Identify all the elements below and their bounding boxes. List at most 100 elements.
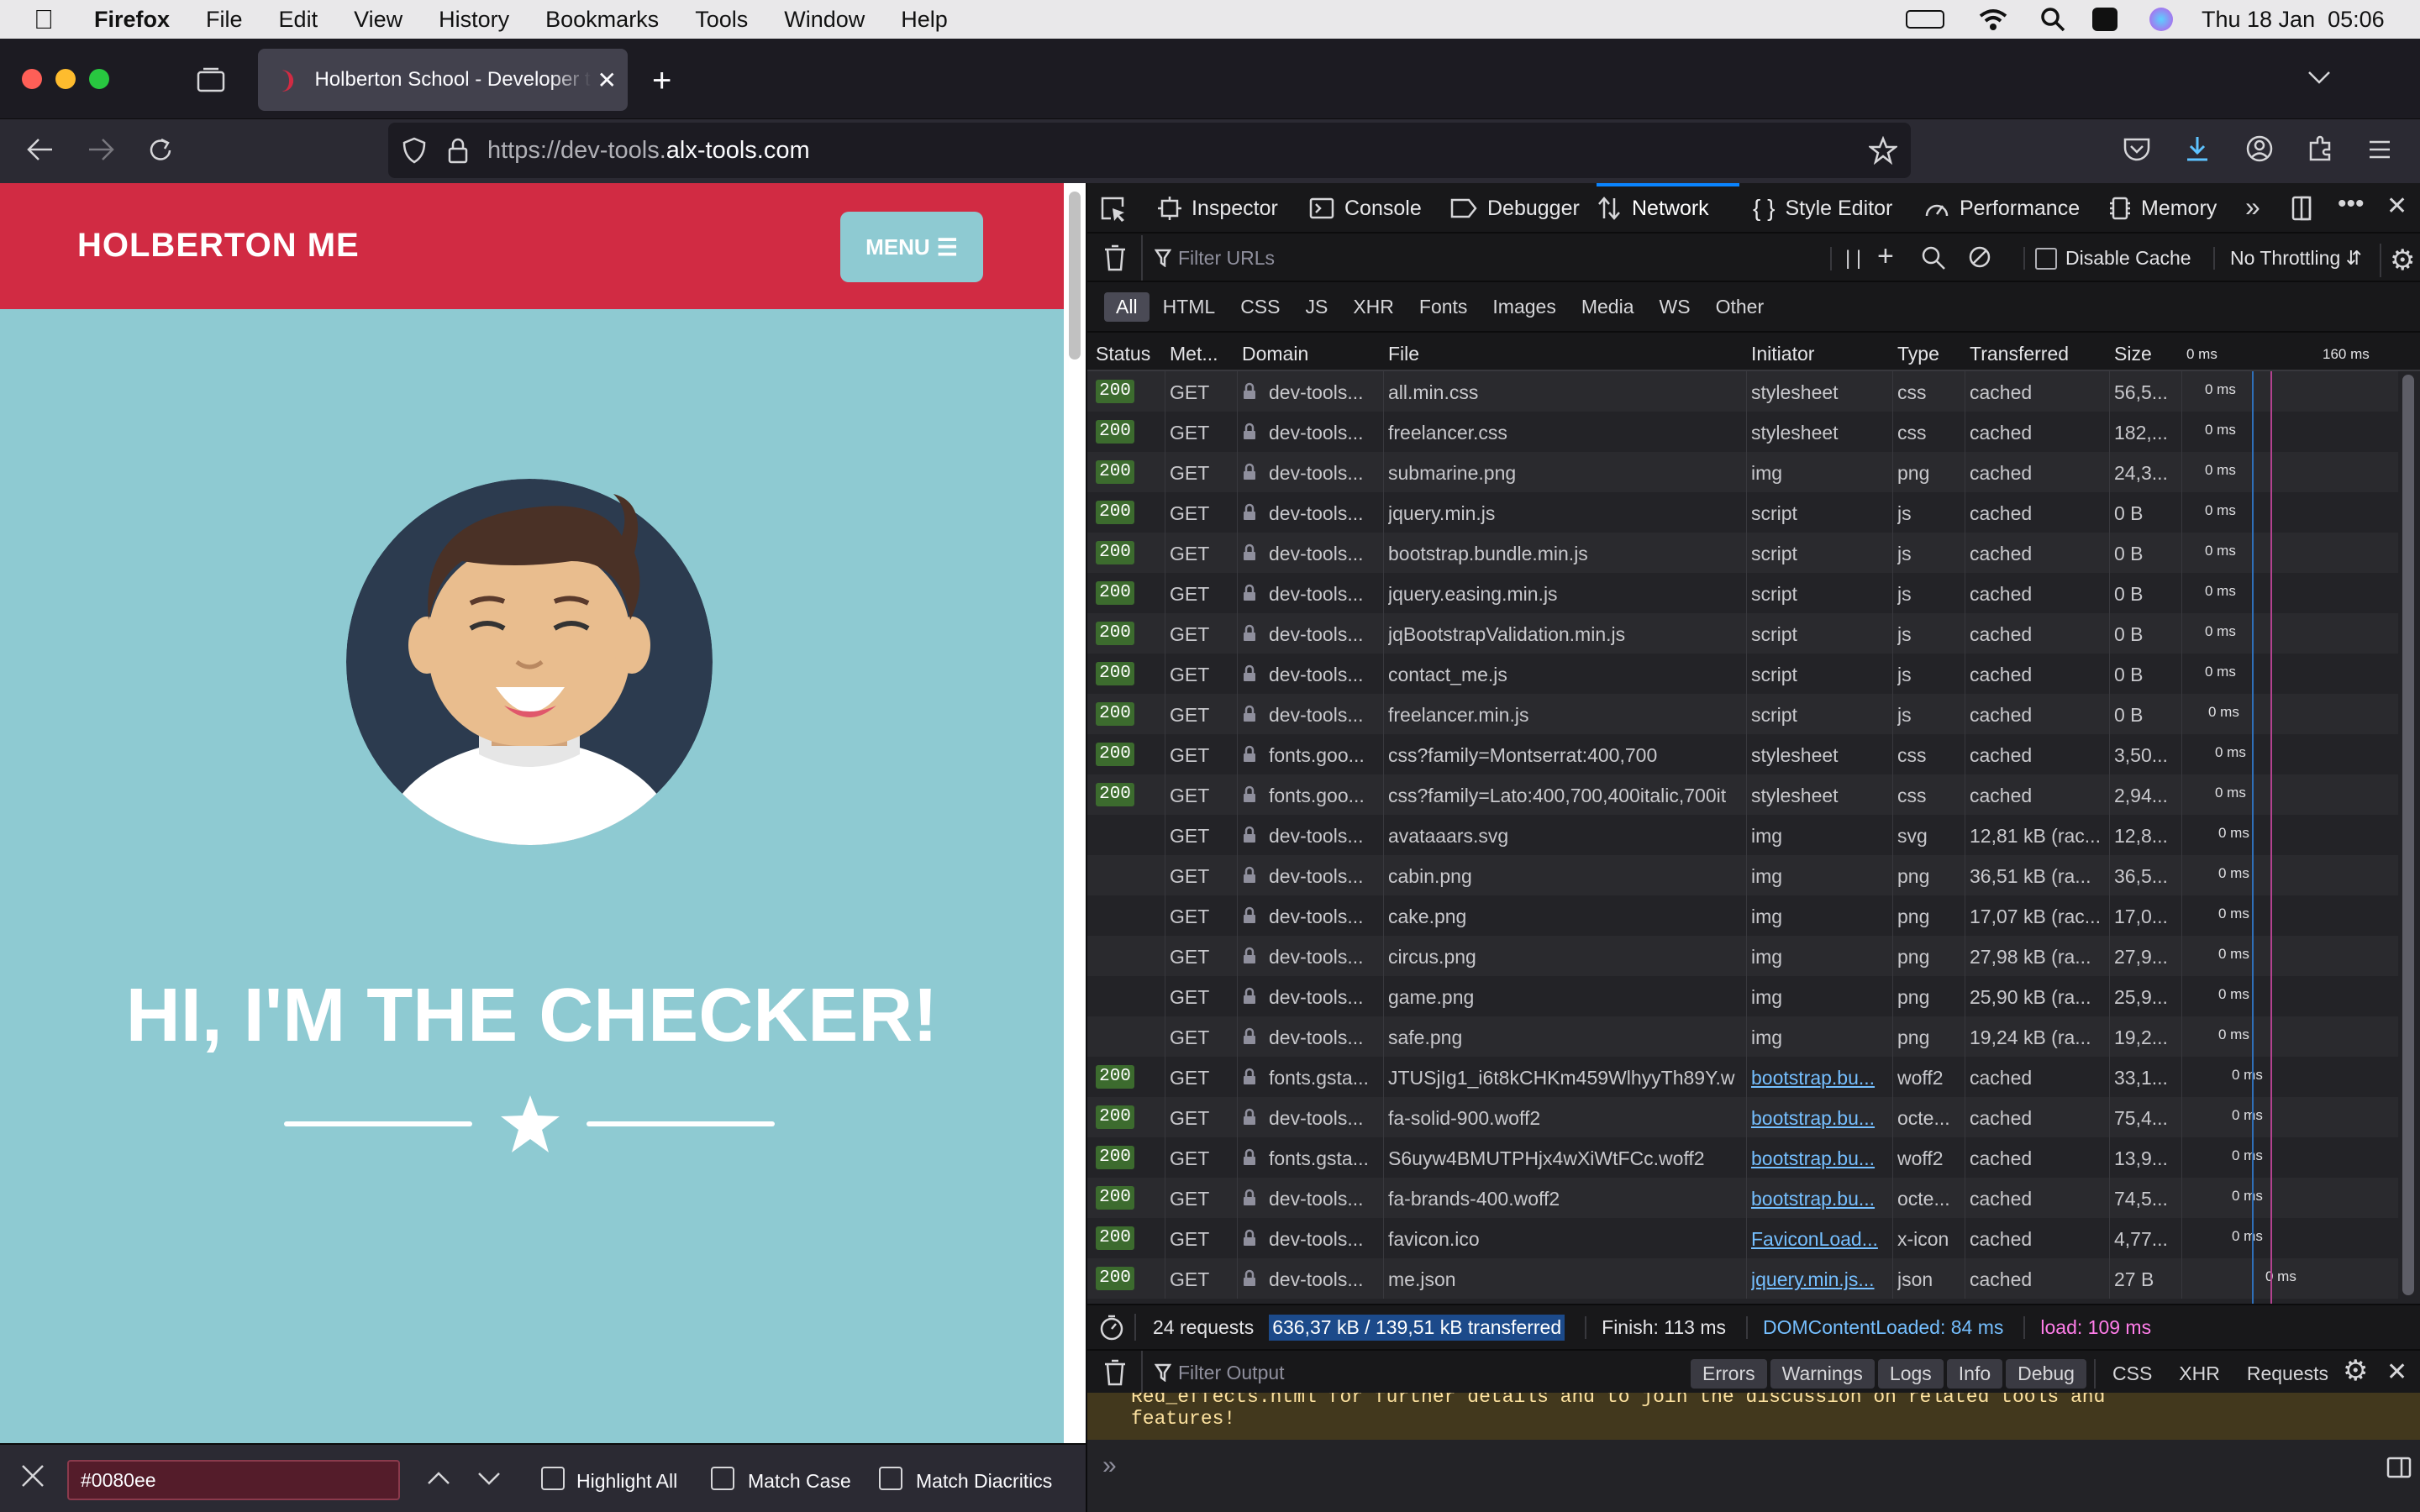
disable-cache-checkbox[interactable]: Disable Cache xyxy=(2023,247,2191,270)
minimize-window-button[interactable] xyxy=(55,69,76,89)
reload-icon[interactable] xyxy=(146,136,175,165)
table-row[interactable]: 200 GET fonts.goo... css?family=Lato:400,70… xyxy=(1087,774,2398,815)
menu-tools[interactable]: Tools xyxy=(695,7,748,33)
menu-button[interactable]: MENU ☰ xyxy=(840,212,983,282)
find-input[interactable]: #0080ee xyxy=(67,1460,400,1500)
search-icon[interactable] xyxy=(2040,7,2065,32)
lock-icon[interactable] xyxy=(447,137,469,164)
filter-css[interactable]: CSS xyxy=(1228,292,1292,322)
filter-ws[interactable]: WS xyxy=(1648,292,1702,322)
level-info[interactable]: Info xyxy=(1946,1359,2003,1389)
table-row[interactable]: GET dev-tools... cabin.png img png 36,51 kB (… xyxy=(1087,855,2398,895)
cell-initiator[interactable]: FaviconLoad... xyxy=(1751,1228,1887,1251)
control-center-icon[interactable] xyxy=(2092,8,2118,31)
console-input[interactable]: » xyxy=(1087,1440,2420,1512)
menu-file[interactable]: File xyxy=(206,7,243,33)
col-status[interactable]: Status xyxy=(1096,343,1150,365)
tab-style-editor[interactable]: { } Style Editor xyxy=(1753,183,1892,234)
dock-side-icon[interactable] xyxy=(2291,195,2316,222)
find-next-icon[interactable] xyxy=(477,1470,501,1487)
table-row[interactable]: 200 GET dev-tools... jquery.min.js script js c… xyxy=(1087,492,2398,533)
menu-edit[interactable]: Edit xyxy=(279,7,318,33)
downloads-icon[interactable] xyxy=(2183,134,2212,163)
siri-icon[interactable] xyxy=(2149,8,2173,31)
match-case-checkbox[interactable] xyxy=(711,1467,734,1490)
url-bar[interactable]: https://dev-tools. alx-tools.com xyxy=(388,123,1911,178)
table-row[interactable]: 200 GET dev-tools... me.json jquery.min.js..… xyxy=(1087,1258,2398,1299)
tab-holberton[interactable]: ❩ Holberton School - Developer to ✕ xyxy=(258,49,628,111)
menu-history[interactable]: History xyxy=(439,7,509,33)
list-all-tabs-icon[interactable] xyxy=(2307,71,2331,86)
table-row[interactable]: GET dev-tools... circus.png img png 27,98 kB … xyxy=(1087,936,2398,976)
pause-icon[interactable]: | | xyxy=(1830,247,1861,270)
table-row[interactable]: 200 GET dev-tools... freelancer.min.js scrip… xyxy=(1087,694,2398,734)
cell-initiator[interactable]: bootstrap.bu... xyxy=(1751,1147,1887,1170)
close-tab-icon[interactable]: ✕ xyxy=(597,66,616,94)
tab-console[interactable]: Console xyxy=(1309,183,1422,234)
filter-html[interactable]: HTML xyxy=(1151,292,1228,322)
col-transferred[interactable]: Transferred xyxy=(1970,343,2069,365)
pocket-icon[interactable] xyxy=(2123,136,2151,163)
more-tools-icon[interactable]: » xyxy=(2245,192,2260,223)
tab-performance[interactable]: Performance xyxy=(1924,183,2080,234)
table-row[interactable]: GET dev-tools... avataaars.svg img svg 12,81 … xyxy=(1087,815,2398,855)
table-scrollbar[interactable] xyxy=(2400,371,2417,1299)
cell-initiator[interactable]: bootstrap.bu... xyxy=(1751,1067,1887,1089)
tab-memory[interactable]: Memory xyxy=(2109,183,2217,234)
cell-initiator[interactable]: bootstrap.bu... xyxy=(1751,1107,1887,1130)
level-errors[interactable]: Errors xyxy=(1691,1359,1767,1389)
tab-debugger[interactable]: Debugger xyxy=(1450,183,1580,234)
col-method[interactable]: Met... xyxy=(1170,343,1218,365)
block-requests-icon[interactable] xyxy=(1968,245,1991,269)
bookmark-star-icon[interactable] xyxy=(1869,136,1897,165)
highlight-all-checkbox[interactable] xyxy=(541,1467,565,1490)
menubar-clock[interactable]: Thu 18 Jan 05:06 xyxy=(2202,7,2385,33)
col-type[interactable]: Type xyxy=(1897,343,1939,365)
filter-output-input[interactable]: Filter Output xyxy=(1141,1351,1724,1394)
pick-element-icon[interactable] xyxy=(1099,195,1128,222)
filter-fonts[interactable]: Fonts xyxy=(1407,292,1480,322)
network-settings-icon[interactable]: ⚙ xyxy=(2380,244,2415,277)
throttling-select[interactable]: No Throttling ⇵ xyxy=(2213,247,2362,270)
menu-bookmarks[interactable]: Bookmarks xyxy=(545,7,659,33)
filter-other[interactable]: Other xyxy=(1704,292,1776,322)
new-tab-button[interactable]: + xyxy=(652,62,671,100)
table-row[interactable]: GET dev-tools... game.png img png 25,90 kB (r… xyxy=(1087,976,2398,1016)
clear-console-icon[interactable] xyxy=(1102,1358,1128,1387)
level-logs[interactable]: Logs xyxy=(1877,1359,1944,1389)
add-request-icon[interactable]: + xyxy=(1877,240,1894,273)
match-diacritics-checkbox[interactable] xyxy=(879,1467,902,1490)
close-devtools-icon[interactable]: ✕ xyxy=(2386,192,2407,221)
filter-media[interactable]: Media xyxy=(1570,292,1646,322)
apple-icon[interactable]:  xyxy=(34,4,54,35)
close-window-button[interactable] xyxy=(22,69,42,89)
table-row[interactable]: 200 GET fonts.gsta... S6uyw4BMUTPHjx4wXiWtF… xyxy=(1087,1137,2398,1178)
firefox-view-icon[interactable] xyxy=(197,67,225,92)
filter-all[interactable]: All xyxy=(1104,292,1150,322)
cell-initiator[interactable]: jquery.min.js... xyxy=(1751,1268,1887,1291)
timer-icon[interactable] xyxy=(1099,1314,1136,1341)
table-row[interactable]: 200 GET dev-tools... fa-brands-400.woff2 boo… xyxy=(1087,1178,2398,1218)
table-row[interactable]: 200 GET dev-tools... contact_me.js script js c… xyxy=(1087,654,2398,694)
wifi-icon[interactable] xyxy=(1978,7,2008,32)
forward-icon[interactable] xyxy=(86,136,116,163)
table-scrollbar-thumb[interactable] xyxy=(2402,375,2414,1295)
devtools-options-icon[interactable]: ••• xyxy=(2338,190,2365,218)
back-icon[interactable] xyxy=(25,136,55,163)
table-row[interactable]: 200 GET dev-tools... jqBootstrapValidation.… xyxy=(1087,613,2398,654)
table-row[interactable]: 200 GET fonts.gsta... JTUSjIg1_i6t8kCHKm459… xyxy=(1087,1057,2398,1097)
col-domain[interactable]: Domain xyxy=(1242,343,1308,365)
level-warnings[interactable]: Warnings xyxy=(1770,1359,1875,1389)
table-row[interactable]: GET dev-tools... safe.png img png 19,24 kB (r… xyxy=(1087,1016,2398,1057)
filter-xhr-messages[interactable]: XHR xyxy=(2167,1359,2232,1389)
table-row[interactable]: 200 GET dev-tools... favicon.ico FaviconLoad… xyxy=(1087,1218,2398,1258)
clear-network-icon[interactable] xyxy=(1102,244,1128,272)
find-previous-icon[interactable] xyxy=(427,1470,450,1487)
table-row[interactable]: 200 GET dev-tools... jquery.easing.min.js sc… xyxy=(1087,573,2398,613)
level-debug[interactable]: Debug xyxy=(2006,1359,2086,1389)
table-row[interactable]: 200 GET dev-tools... fa-solid-900.woff2 boot… xyxy=(1087,1097,2398,1137)
col-initiator[interactable]: Initiator xyxy=(1751,343,1814,365)
extensions-icon[interactable] xyxy=(2306,134,2334,163)
menu-view[interactable]: View xyxy=(354,7,402,33)
app-menu-icon[interactable] xyxy=(2368,139,2391,160)
